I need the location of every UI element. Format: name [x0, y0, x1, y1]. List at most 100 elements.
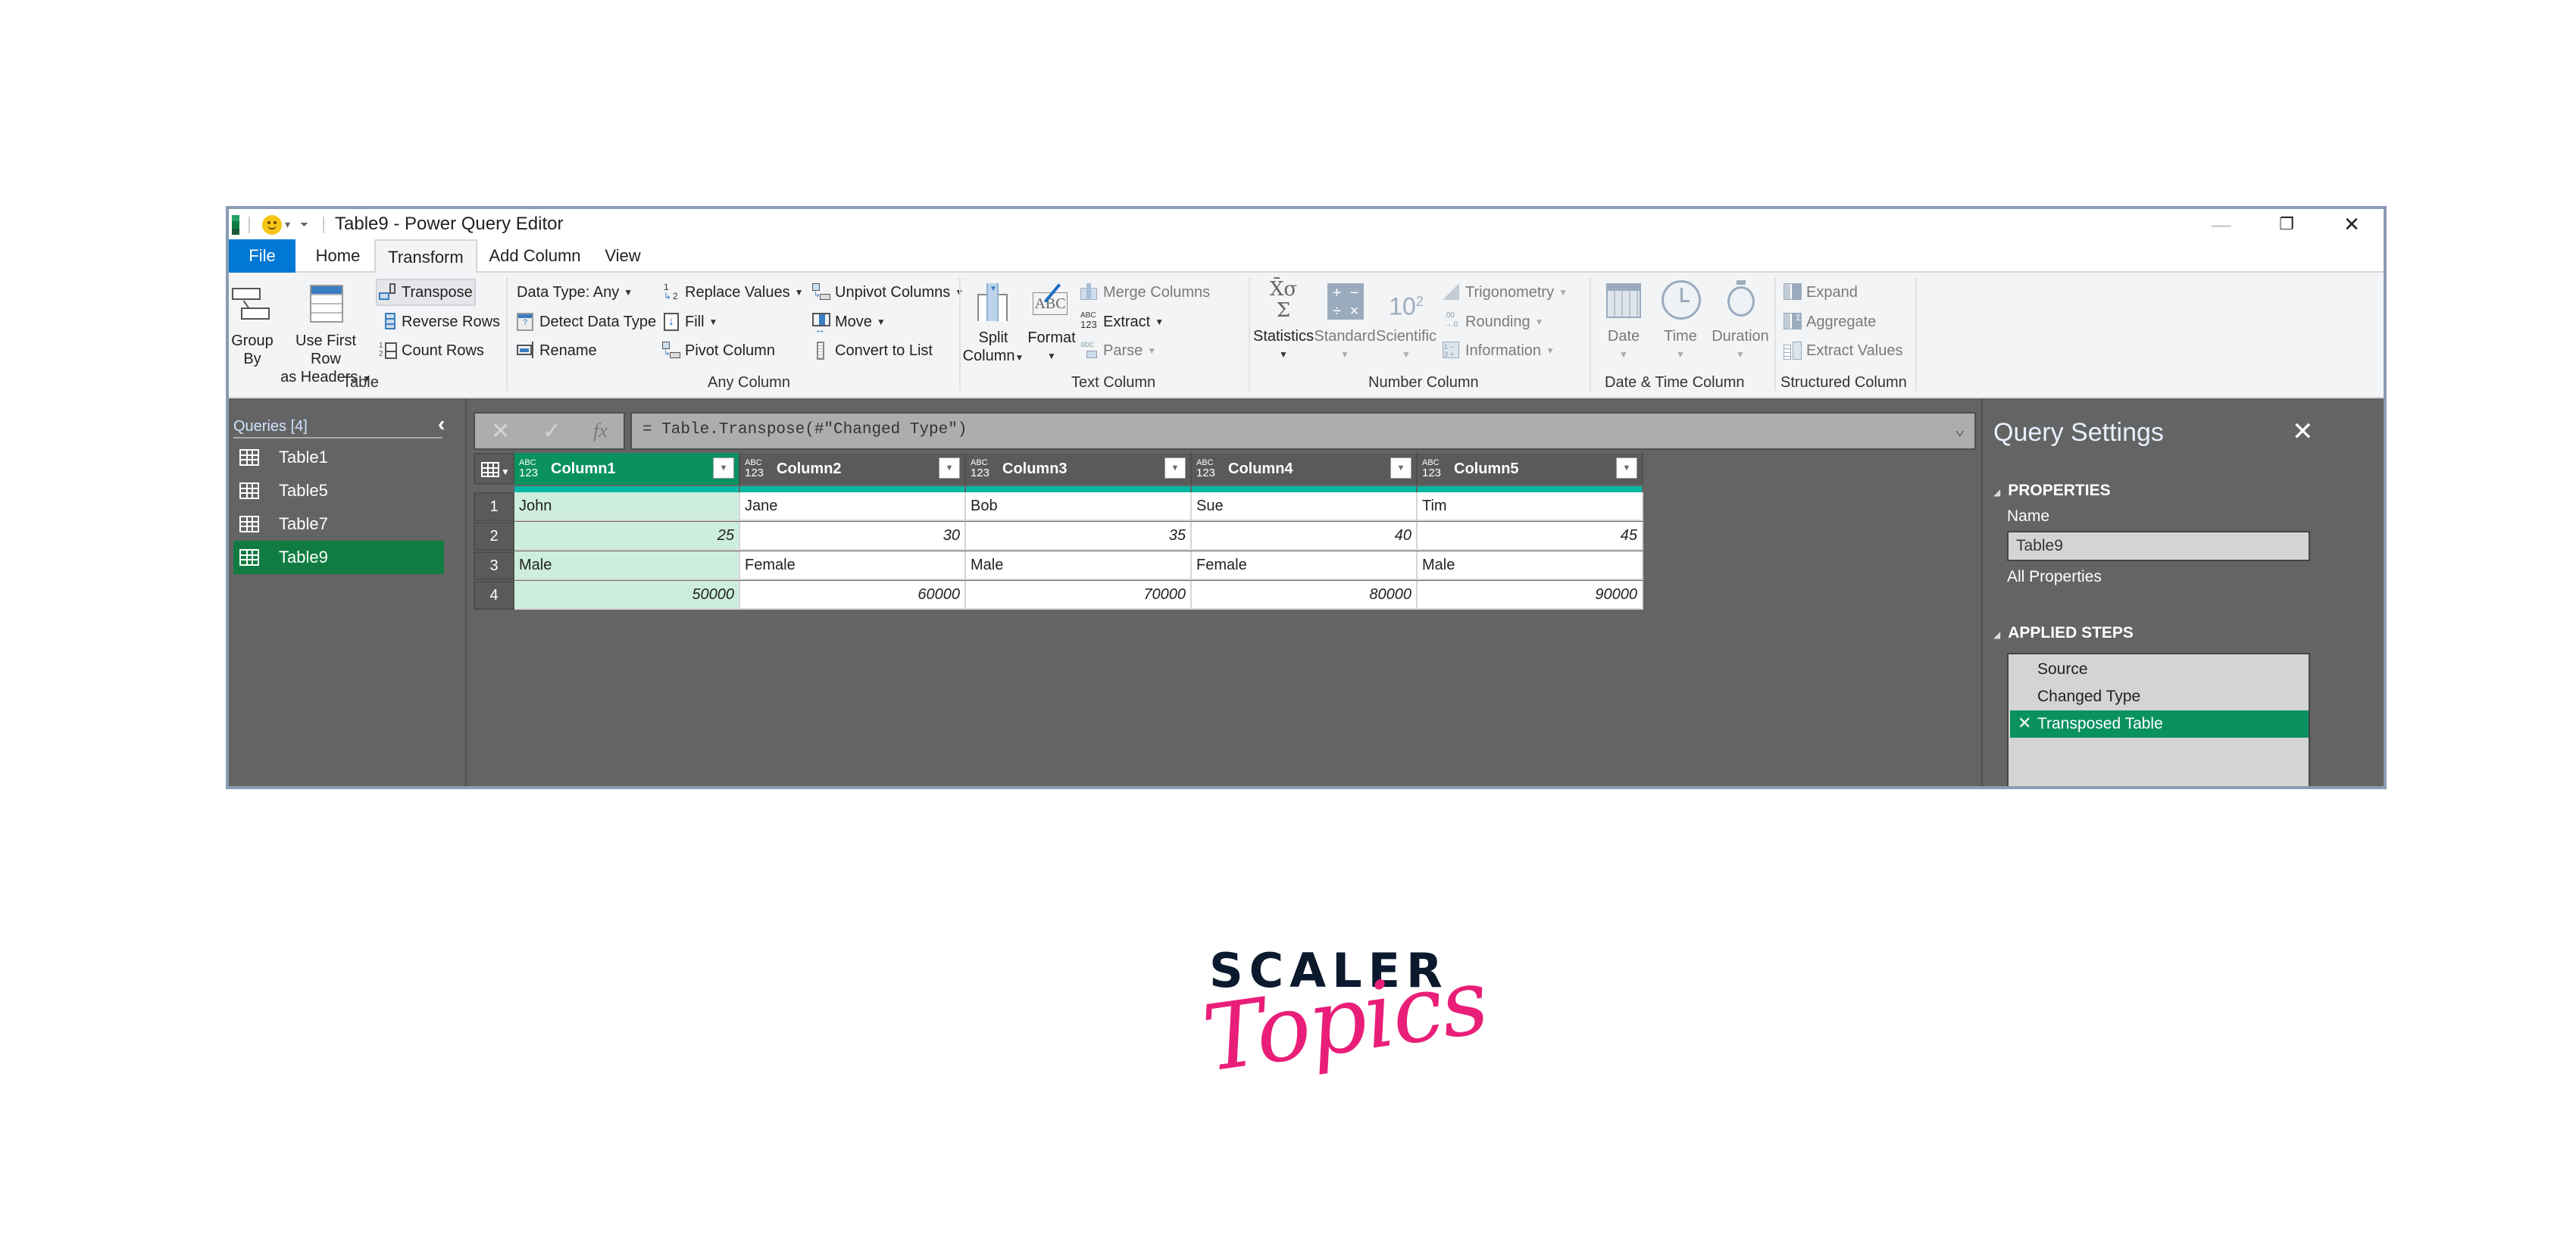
row-number[interactable]: 1: [474, 492, 514, 521]
query-item-table5[interactable]: Table5: [233, 474, 444, 507]
table-cell[interactable]: 70000: [966, 581, 1192, 610]
column-header-4[interactable]: ABC 123 Column4 ▼: [1192, 453, 1418, 485]
expand-button[interactable]: Expand: [1784, 281, 1858, 304]
column-filter-icon[interactable]: ▼: [713, 457, 734, 479]
column-filter-icon[interactable]: ▼: [1616, 457, 1637, 479]
format-button[interactable]: ABC Format ▼: [1027, 280, 1076, 365]
rename-button[interactable]: Rename: [517, 339, 597, 362]
feedback-dropdown-icon[interactable]: ▾: [285, 218, 290, 231]
extract-values-button[interactable]: Extract Values: [1784, 339, 1902, 362]
date-button[interactable]: Date ▼: [1597, 279, 1650, 364]
restore-button[interactable]: ❐: [2256, 211, 2317, 238]
column-filter-icon[interactable]: ▼: [1390, 457, 1411, 479]
table-cell[interactable]: 35: [966, 522, 1192, 551]
merge-columns-button[interactable]: Merge Columns: [1080, 281, 1210, 304]
information-button[interactable]: 1 −3 + Information ▼: [1443, 339, 1555, 362]
count-rows-button[interactable]: 12 Count Rows: [379, 339, 484, 362]
column-filter-icon[interactable]: ▼: [1165, 457, 1186, 479]
any-type-icon[interactable]: ABC 123: [971, 459, 993, 479]
column-header-1[interactable]: ABC 123 Column1 ▼: [514, 453, 740, 485]
row-number[interactable]: 3: [474, 551, 514, 580]
table-cell[interactable]: Sue: [1192, 492, 1418, 521]
detect-data-type-button[interactable]: ? Detect Data Type: [517, 311, 656, 333]
table-cell[interactable]: 40: [1192, 522, 1418, 551]
table-cell[interactable]: 25: [514, 522, 740, 551]
step-changed-type[interactable]: Changed Type: [2010, 683, 2309, 710]
step-transposed-table[interactable]: ✕ Transposed Table: [2010, 710, 2309, 738]
table-cell[interactable]: Female: [740, 551, 966, 580]
table-cell[interactable]: Female: [1192, 551, 1418, 580]
use-first-row-as-headers-button[interactable]: Use First Row as Headers ▼: [279, 283, 373, 388]
table-cell[interactable]: 45: [1418, 522, 1643, 551]
table-menu-button[interactable]: ▼: [474, 453, 514, 485]
duration-button[interactable]: Duration ▼: [1709, 279, 1771, 364]
tab-home[interactable]: Home: [302, 239, 374, 273]
standard-button[interactable]: + − ÷ × Standard ▼: [1314, 279, 1376, 364]
minimize-button[interactable]: —: [2191, 211, 2252, 238]
properties-header[interactable]: ◢ PROPERTIES: [1993, 482, 2111, 500]
move-button[interactable]: ↔ Move ▼: [812, 311, 886, 336]
tab-transform[interactable]: Transform: [374, 239, 477, 274]
table-cell[interactable]: 80000: [1192, 581, 1418, 610]
tab-file[interactable]: File: [229, 239, 295, 273]
group-by-button[interactable]: Group By: [229, 283, 276, 368]
pivot-column-button[interactable]: ↳ Pivot Column: [662, 339, 775, 362]
column-header-2[interactable]: ABC 123 Column2 ▼: [740, 453, 966, 485]
split-column-button[interactable]: ▼ Split Column▼: [963, 280, 1024, 367]
row-number[interactable]: 2: [474, 522, 514, 551]
row-number[interactable]: 4: [474, 581, 514, 610]
table-cell[interactable]: Jane: [740, 492, 966, 521]
any-type-icon[interactable]: ABC 123: [519, 459, 542, 479]
query-item-table7[interactable]: Table7: [233, 507, 444, 541]
any-type-icon[interactable]: ABC 123: [1196, 459, 1219, 479]
close-query-settings-icon[interactable]: ✕: [2292, 417, 2314, 447]
convert-to-list-button[interactable]: Convert to List: [812, 339, 933, 362]
scientific-button[interactable]: 102 Scientific ▼: [1376, 279, 1436, 364]
tab-view[interactable]: View: [591, 239, 655, 273]
table-cell[interactable]: Tim: [1418, 492, 1643, 521]
parse-button[interactable]: abc Parse ▼: [1080, 339, 1156, 362]
time-button[interactable]: Time ▼: [1655, 279, 1706, 364]
formula-input[interactable]: = Table.Transpose(#"Changed Type") ⌄: [630, 412, 1976, 450]
quick-access-customize-icon[interactable]: ⏷: [300, 218, 308, 231]
unpivot-columns-button[interactable]: ↳ Unpivot Columns▼: [812, 281, 964, 304]
rounding-button[interactable]: .00 →.0 Rounding ▼: [1443, 311, 1544, 333]
column-header-3[interactable]: ABC 123 Column3 ▼: [966, 453, 1192, 485]
statistics-button[interactable]: X̄σ Σ Statistics ▼: [1253, 279, 1314, 364]
trigonometry-button[interactable]: Trigonometry ▼: [1443, 281, 1568, 304]
applied-steps-header[interactable]: ◢ APPLIED STEPS: [1993, 624, 2134, 642]
table-cell[interactable]: 90000: [1418, 581, 1643, 610]
tab-add-column[interactable]: Add Column: [482, 239, 588, 273]
close-button[interactable]: ✕: [2321, 211, 2382, 238]
expand-formula-bar-icon[interactable]: ⌄: [1955, 418, 1965, 441]
extract-button[interactable]: ABC 123 Extract ▼: [1080, 311, 1164, 333]
commit-formula-icon[interactable]: ✓: [542, 418, 561, 445]
table-cell[interactable]: Bob: [966, 492, 1192, 521]
transpose-button[interactable]: Transpose: [379, 281, 473, 304]
column-header-5[interactable]: ABC 123 Column5 ▼: [1418, 453, 1643, 485]
delete-step-icon[interactable]: ✕: [2018, 713, 2031, 733]
column-filter-icon[interactable]: ▼: [939, 457, 960, 479]
table-cell[interactable]: 60000: [740, 581, 966, 610]
fill-button[interactable]: ↓ Fill ▼: [662, 311, 717, 333]
table-cell[interactable]: Male: [514, 551, 740, 580]
query-item-table9[interactable]: Table9: [233, 541, 444, 574]
feedback-smiley-icon[interactable]: [262, 215, 282, 235]
table-cell[interactable]: 30: [740, 522, 966, 551]
reverse-rows-button[interactable]: Reverse Rows: [379, 311, 500, 333]
aggregate-button[interactable]: Σ Aggregate: [1784, 311, 1876, 333]
query-item-table1[interactable]: Table1: [233, 441, 444, 474]
all-properties-link[interactable]: All Properties: [2007, 568, 2102, 586]
table-cell[interactable]: Male: [1418, 551, 1643, 580]
any-type-icon[interactable]: ABC 123: [745, 459, 767, 479]
table-cell[interactable]: 50000: [514, 581, 740, 610]
fx-icon[interactable]: fx: [593, 420, 608, 442]
cancel-formula-icon[interactable]: ✕: [491, 418, 510, 445]
table-cell[interactable]: John: [514, 492, 740, 521]
table-cell[interactable]: Male: [966, 551, 1192, 580]
query-name-input[interactable]: [2007, 531, 2310, 561]
any-type-icon[interactable]: ABC 123: [1422, 459, 1445, 479]
data-type-dropdown[interactable]: Data Type: Any ▼: [517, 281, 633, 304]
step-source[interactable]: Source: [2010, 656, 2309, 683]
replace-values-button[interactable]: 1 ↳ 2 Replace Values ▼: [662, 281, 804, 304]
